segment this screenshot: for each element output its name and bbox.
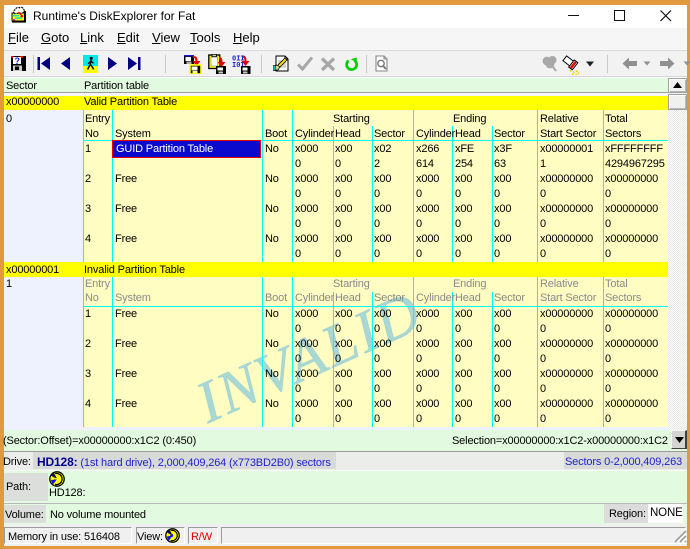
svg-text:?: ? xyxy=(15,56,21,66)
